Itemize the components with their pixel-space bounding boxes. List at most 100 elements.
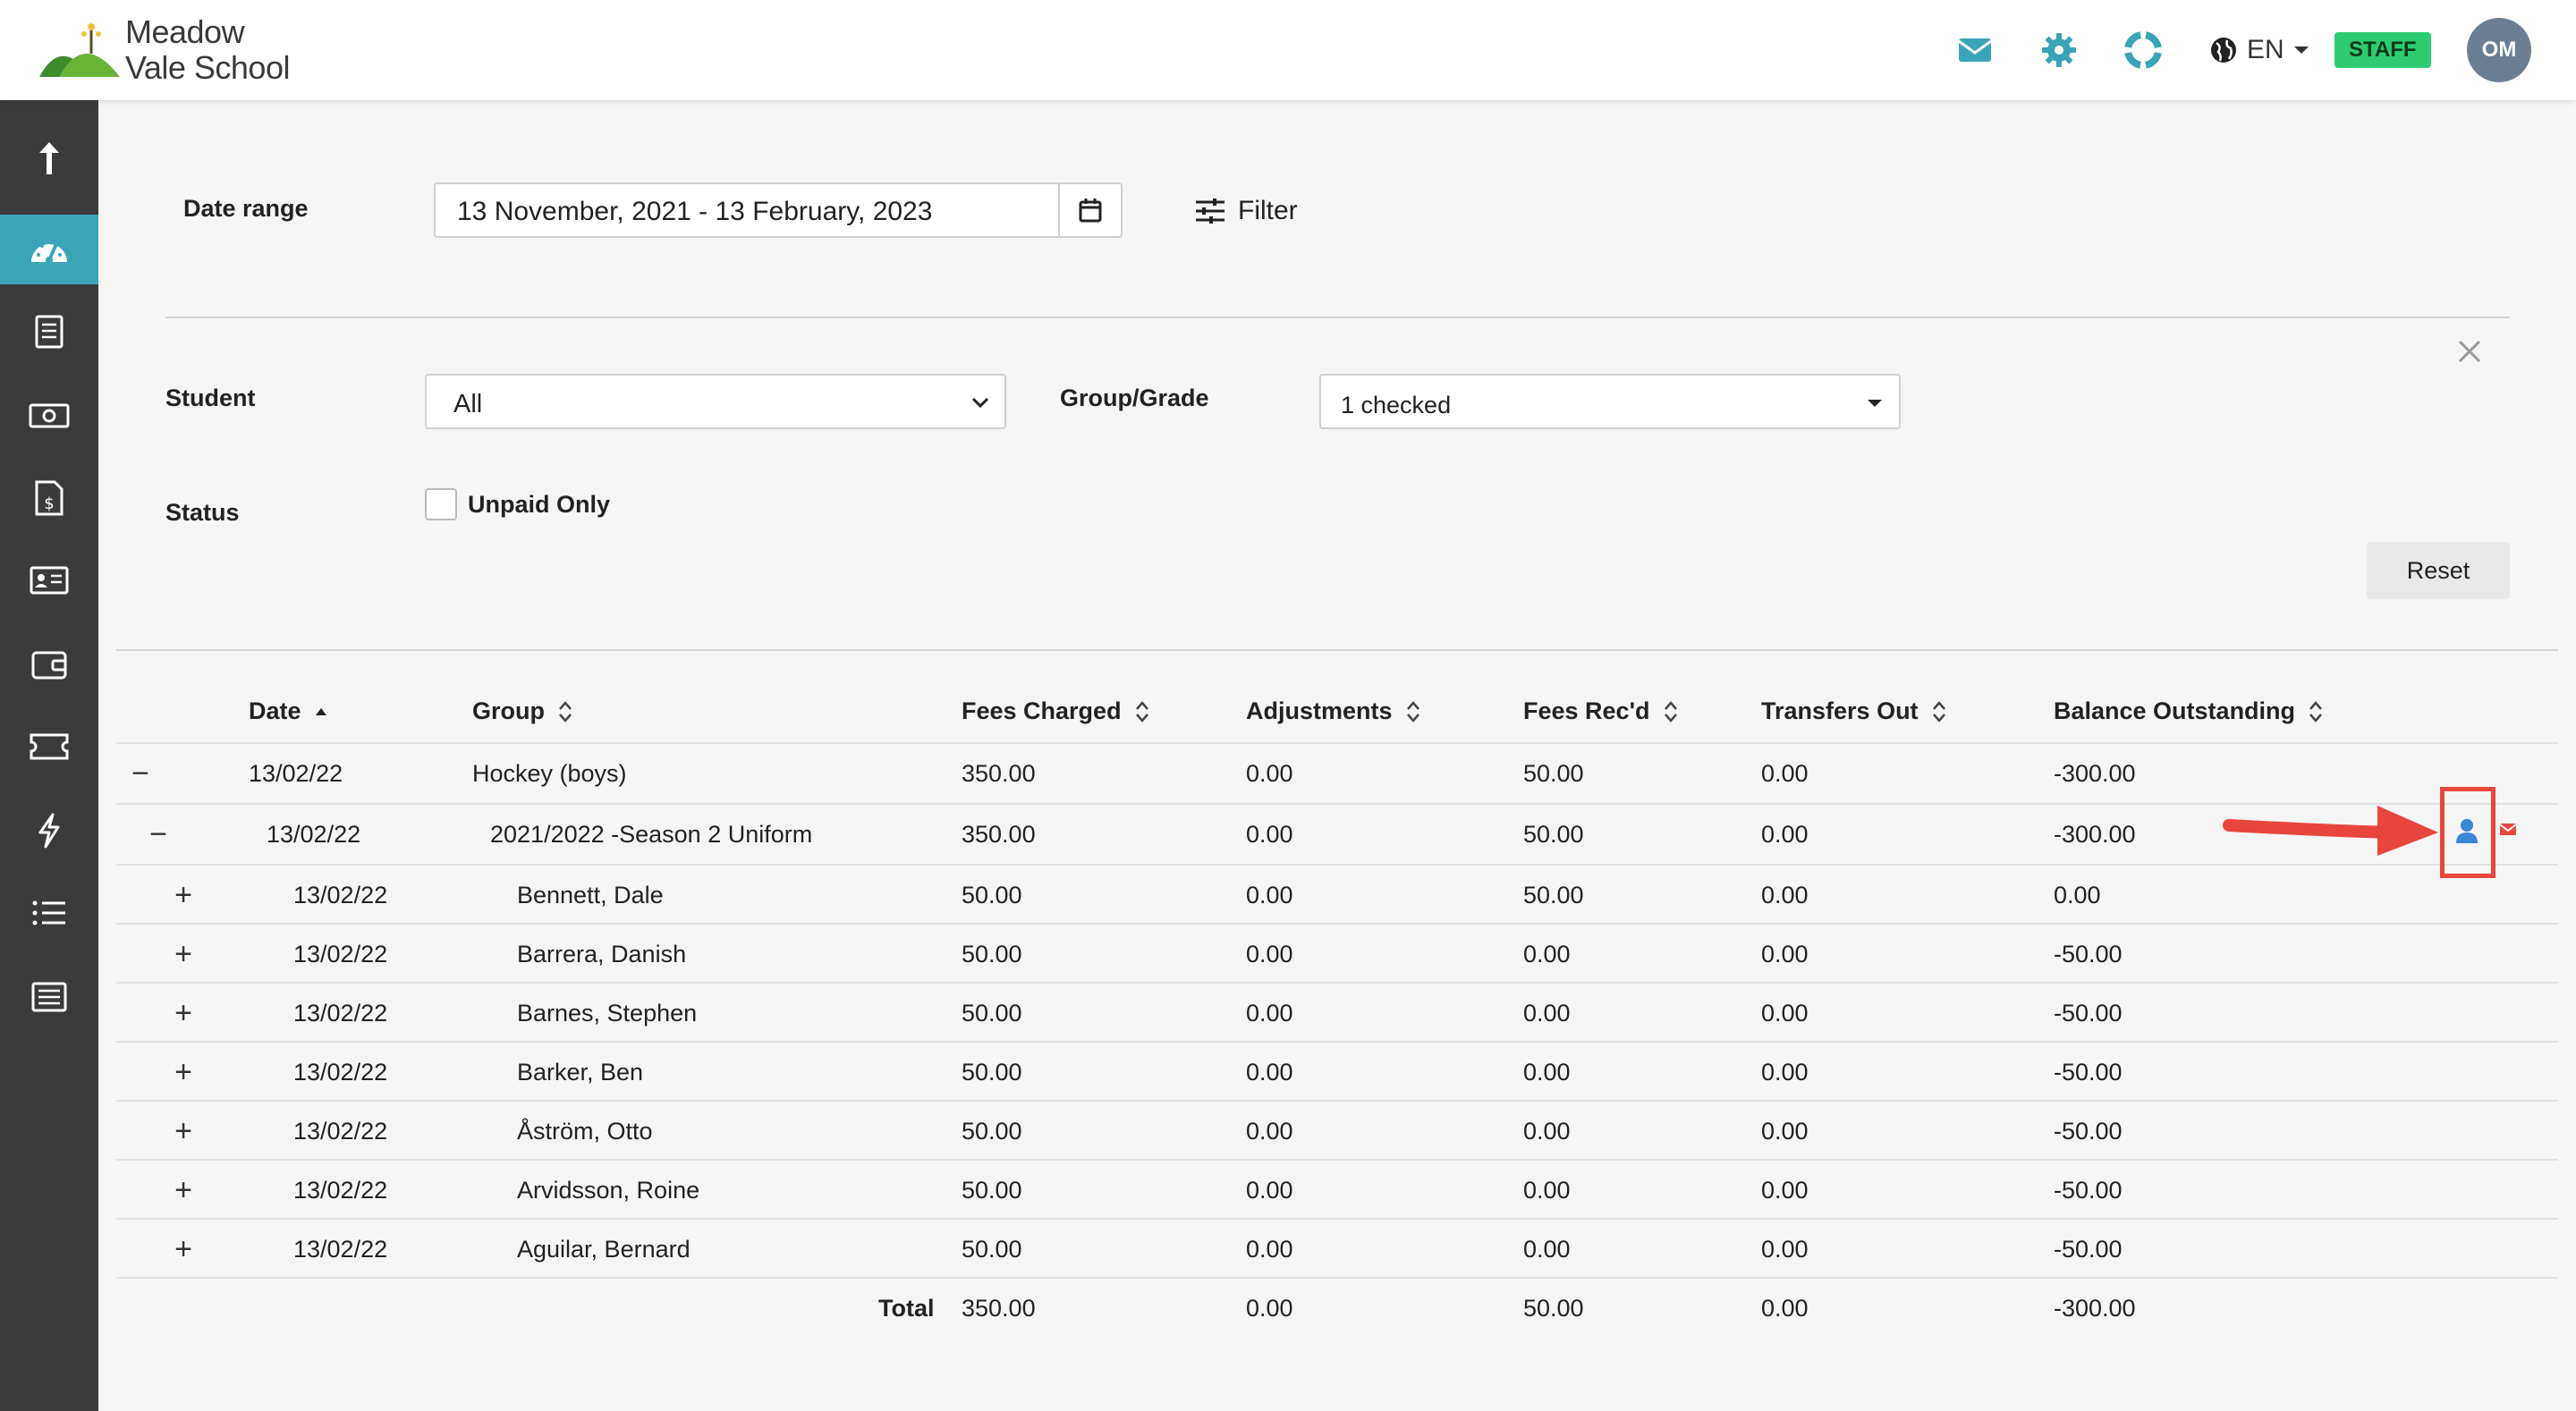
language-selector[interactable]: EN — [2209, 30, 2309, 70]
reset-button[interactable]: Reset — [2367, 542, 2510, 599]
table-row: + 13/02/22 Arvidsson, Roine 50.00 0.00 0… — [116, 1159, 2558, 1218]
cell-student: Barker, Ben — [517, 1059, 644, 1086]
column-header-balance-outstanding[interactable]: Balance Outstanding — [2054, 697, 2324, 725]
dashboard-gauge-icon — [31, 243, 67, 264]
cell-balance: -50.00 — [2054, 1177, 2123, 1204]
expand-toggle[interactable]: + — [170, 1232, 197, 1267]
sidebar-item-lists[interactable] — [0, 878, 98, 948]
column-header-fees-charged[interactable]: Fees Charged — [962, 697, 1150, 725]
expand-toggle[interactable]: + — [170, 1055, 197, 1090]
cell-transfers-out: 0.00 — [1761, 1059, 1809, 1086]
cell-balance: -50.00 — [2054, 1118, 2123, 1145]
column-header-date-label: Date — [249, 697, 301, 724]
column-header-balance-label: Balance Outstanding — [2054, 697, 2296, 724]
sidebar-item-upload[interactable] — [0, 123, 98, 193]
id-card-icon — [30, 566, 69, 595]
sidebar-item-reports[interactable] — [0, 297, 98, 367]
cell-date: 13/02/22 — [293, 1059, 388, 1086]
column-header-transfers-out[interactable]: Transfers Out — [1761, 697, 1947, 725]
group-grade-select[interactable]: 1 checked — [1319, 374, 1901, 429]
cell-adjustments: 0.00 — [1246, 1177, 1293, 1204]
expand-toggle[interactable]: + — [170, 996, 197, 1031]
cell-adjustments: 0.00 — [1246, 1118, 1293, 1145]
expand-toggle[interactable]: + — [170, 878, 197, 913]
unpaid-only-checkbox[interactable] — [425, 488, 457, 520]
collapse-toggle[interactable]: − — [145, 817, 172, 852]
sidebar-item-invoices[interactable]: $ — [0, 463, 98, 533]
filters-divider — [165, 317, 2510, 318]
chevron-down-icon — [971, 397, 989, 409]
language-code: EN — [2247, 35, 2284, 64]
collapse-toggle[interactable]: − — [127, 756, 154, 791]
column-header-group[interactable]: Group — [472, 697, 573, 725]
column-header-date[interactable]: Date — [249, 697, 328, 725]
cell-balance: -300.00 — [2054, 760, 2136, 787]
table-row: + 13/02/22 Åström, Otto 50.00 0.00 0.00 … — [116, 1100, 2558, 1159]
cell-fees-recd: 0.00 — [1523, 1000, 1571, 1027]
cell-adjustments: 0.00 — [1246, 882, 1293, 908]
logo-line-1: Meadow — [125, 13, 245, 50]
cell-adjustments: 0.00 — [1246, 760, 1293, 787]
sidebar-item-payments[interactable] — [0, 381, 98, 451]
expand-toggle[interactable]: + — [170, 1173, 197, 1208]
group-grade-select-value: 1 checked — [1341, 392, 1452, 418]
total-adjustments: 0.00 — [1246, 1295, 1293, 1322]
lifebuoy-icon[interactable] — [2123, 30, 2163, 70]
cell-student: Åström, Otto — [517, 1118, 653, 1145]
expand-toggle[interactable]: + — [170, 1114, 197, 1149]
total-balance: -300.00 — [2054, 1295, 2136, 1322]
column-header-fees-recd[interactable]: Fees Rec'd — [1523, 697, 1679, 725]
student-select[interactable]: All — [425, 374, 1006, 429]
cell-balance: -50.00 — [2054, 941, 2123, 967]
cell-date: 13/02/22 — [249, 760, 343, 787]
document-list-icon — [35, 315, 64, 349]
sidebar-item-dashboard[interactable] — [0, 215, 98, 284]
cell-fees-recd: 50.00 — [1523, 821, 1584, 848]
bulleted-list-icon — [32, 900, 65, 925]
cell-date: 13/02/22 — [293, 1177, 388, 1204]
table-total-row: Total 350.00 0.00 50.00 0.00 -300.00 — [116, 1277, 2558, 1338]
date-range-input[interactable]: 13 November, 2021 - 13 February, 2023 — [434, 182, 1123, 238]
cell-fees-recd: 0.00 — [1523, 1059, 1571, 1086]
cell-balance: -50.00 — [2054, 1000, 2123, 1027]
sort-ascending-icon — [315, 707, 326, 715]
column-header-adjustments[interactable]: Adjustments — [1246, 697, 1421, 725]
table-row: − 13/02/22 Hockey (boys) 350.00 0.00 50.… — [116, 742, 2558, 803]
sidebar-item-wallet[interactable] — [0, 629, 98, 699]
mail-icon[interactable] — [1955, 30, 1995, 70]
sort-icon — [2309, 700, 2322, 722]
cell-fees-charged: 50.00 — [962, 1236, 1022, 1263]
cell-fees-charged: 50.00 — [962, 1177, 1022, 1204]
sidebar-item-records[interactable] — [0, 962, 98, 1032]
caret-down-icon — [1868, 400, 1882, 407]
cell-fees-recd: 0.00 — [1523, 1236, 1571, 1263]
email-row-icon[interactable] — [2499, 819, 2517, 839]
cell-fees-recd: 0.00 — [1523, 1118, 1571, 1145]
column-header-fees-charged-label: Fees Charged — [962, 697, 1122, 724]
logo-hills-icon — [39, 23, 120, 77]
cell-date: 13/02/22 — [267, 821, 361, 848]
filter-button[interactable]: Filter — [1195, 191, 1298, 231]
ticket-icon — [30, 733, 69, 760]
table-row: + 13/02/22 Barker, Ben 50.00 0.00 0.00 0… — [116, 1041, 2558, 1100]
sidebar-item-actions[interactable] — [0, 796, 98, 866]
expand-toggle[interactable]: + — [170, 937, 197, 972]
table-row: + 13/02/22 Aguilar, Bernard 50.00 0.00 0… — [116, 1218, 2558, 1277]
cell-fees-charged: 50.00 — [962, 1059, 1022, 1086]
cell-adjustments: 0.00 — [1246, 821, 1293, 848]
close-icon[interactable] — [2456, 338, 2483, 365]
column-header-transfers-out-label: Transfers Out — [1761, 697, 1919, 724]
cell-fees-charged: 50.00 — [962, 941, 1022, 967]
school-logo[interactable]: Meadow Vale School — [39, 14, 308, 86]
sidebar-item-tickets[interactable] — [0, 712, 98, 782]
student-label: Student — [165, 384, 256, 411]
sidebar-item-id-cards[interactable] — [0, 545, 98, 615]
list-box-icon — [31, 982, 67, 1012]
staff-badge: STAFF — [2334, 32, 2431, 68]
sort-icon — [1664, 700, 1677, 722]
gear-icon[interactable] — [2039, 30, 2079, 70]
money-icon — [29, 403, 70, 428]
avatar[interactable]: OM — [2467, 18, 2531, 82]
cell-student: Aguilar, Bernard — [517, 1236, 691, 1263]
calendar-button[interactable] — [1058, 184, 1121, 236]
